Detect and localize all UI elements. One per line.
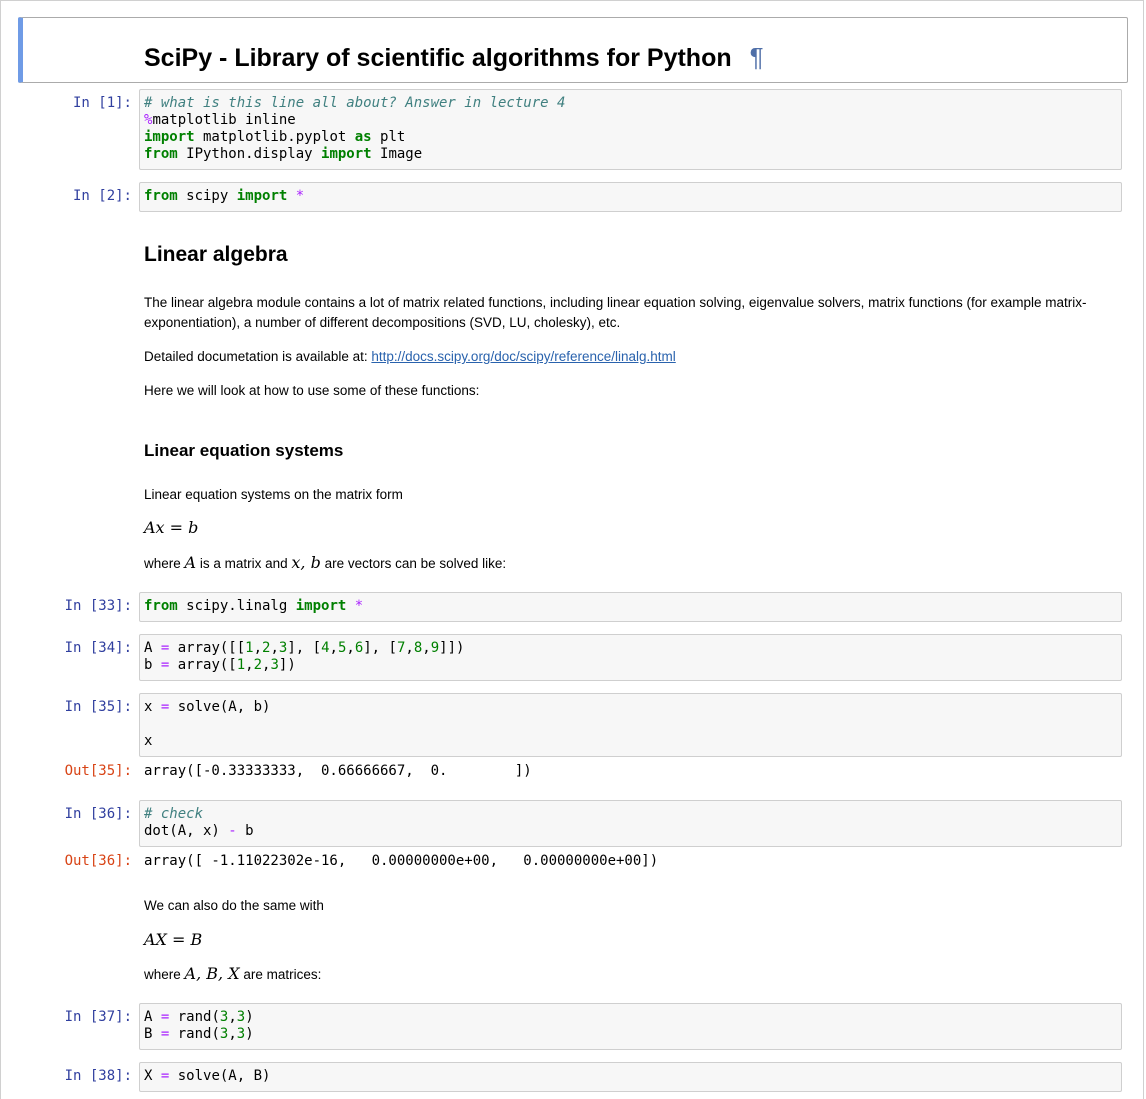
code-cell-source: A = rand(3,3) B = rand(3,3) — [144, 1009, 254, 1042]
code-cell-source: x = solve(A, b) x — [144, 699, 271, 749]
equation: Ax = b — [144, 518, 199, 537]
cell-output: array([ -1.11022302e-16, 0.00000000e+00,… — [144, 853, 659, 869]
input-prompt: In [2]: — [72, 188, 132, 204]
output-prompt: Out[35]: — [64, 763, 132, 779]
page-title: SciPy - Library of scientific algorithms… — [144, 42, 764, 72]
paragraph: We can also do the same with — [144, 898, 324, 913]
subsection-heading: Linear equation systems — [144, 441, 344, 460]
code-cell-source: # what is this line all about? Answer in… — [144, 95, 566, 162]
code-cell-source: from scipy.linalg import * — [144, 598, 364, 614]
code-cell-input[interactable] — [139, 1003, 1122, 1050]
code-cell-source: X = solve(A, B) — [144, 1068, 271, 1084]
cell-output: array([-0.33333333, 0.66666667, 0. ]) — [144, 763, 532, 779]
input-prompt: In [36]: — [64, 806, 132, 822]
code-cell-source: from scipy import * — [144, 188, 305, 204]
code-cell-input[interactable] — [139, 1062, 1122, 1092]
code-cell-source: # check dot(A, x) - b — [144, 806, 254, 839]
output-prompt: Out[36]: — [64, 853, 132, 869]
paragraph: where A is a matrix and x, b are vectors… — [144, 553, 507, 572]
paragraph: Here we will look at how to use some of … — [144, 383, 480, 398]
equation: AX = B — [144, 930, 203, 949]
docs-link[interactable]: http://docs.scipy.org/doc/scipy/referenc… — [371, 349, 675, 364]
paragraph: Detailed documetation is available at: h… — [144, 349, 676, 364]
paragraph: The linear algebra module contains a lot… — [144, 295, 1087, 330]
code-cell-input[interactable] — [139, 800, 1122, 847]
anchor-link-icon[interactable]: ¶ — [750, 42, 764, 72]
section-heading: Linear algebra — [144, 243, 288, 266]
input-prompt: In [38]: — [64, 1068, 132, 1084]
input-prompt: In [37]: — [64, 1009, 132, 1025]
code-cell-input[interactable] — [139, 693, 1122, 757]
input-prompt: In [1]: — [72, 95, 132, 111]
input-prompt: In [35]: — [64, 699, 132, 715]
input-prompt: In [34]: — [64, 640, 132, 656]
code-cell-source: A = array([[1,2,3], [4,5,6], [7,8,9]]) b… — [144, 640, 465, 673]
paragraph: where A, B, X are matrices: — [144, 964, 322, 983]
input-prompt: In [33]: — [64, 598, 132, 614]
paragraph: Linear equation systems on the matrix fo… — [144, 487, 403, 502]
